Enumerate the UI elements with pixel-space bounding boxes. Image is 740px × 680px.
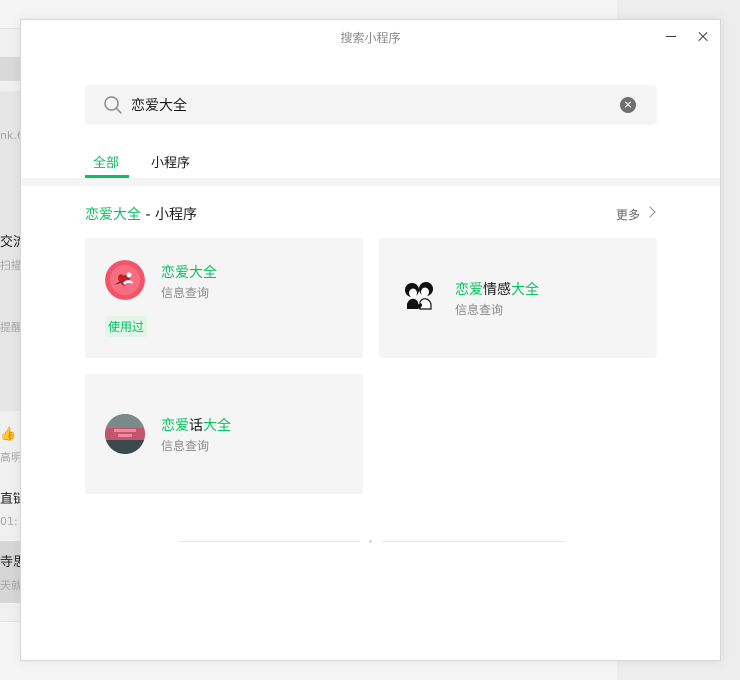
clear-search-icon[interactable] — [620, 97, 636, 113]
background-text: 扫描 — [0, 259, 22, 272]
search-input[interactable] — [131, 92, 611, 118]
search-mini-program-dialog: 搜索小程序 全部 小程序 恋爱大全 - 小程序 更多 — [20, 19, 721, 661]
close-button[interactable] — [692, 25, 716, 49]
result-card[interactable]: 恋爱话大全 信息查询 — [85, 374, 363, 494]
section-divider — [21, 178, 720, 186]
result-name-part: 恋爱 — [161, 418, 189, 434]
background-text: 天就 — [0, 579, 22, 592]
background-text: 高明 — [0, 451, 22, 464]
search-icon — [104, 96, 122, 114]
used-before-tag: 使用过 — [105, 316, 148, 337]
chevron-right-icon[interactable] — [643, 205, 657, 219]
search-box[interactable] — [85, 85, 657, 125]
dialog-title: 搜索小程序 — [340, 31, 401, 45]
end-of-results-divider — [180, 541, 360, 542]
tab-mini-programs[interactable]: 小程序 — [151, 152, 190, 171]
result-card[interactable]: 恋爱大全 信息查询 使用过 — [85, 238, 363, 358]
more-link[interactable]: 更多 — [616, 206, 640, 223]
result-card[interactable]: 恋爱情感大全 信息查询 — [379, 238, 657, 358]
section-title-suffix: - 小程序 — [141, 207, 197, 223]
end-of-results-dot — [369, 540, 372, 543]
result-category: 信息查询 — [455, 303, 504, 317]
love-heart-avatar-icon — [105, 260, 145, 300]
couple-illustration-avatar-icon — [399, 276, 439, 316]
result-name-part: 情感 — [483, 282, 511, 298]
section-title: 恋爱大全 - 小程序 — [85, 204, 197, 224]
result-name-part: 恋爱大全 — [161, 265, 217, 281]
result-name-part: 大全 — [511, 282, 539, 298]
title-bar[interactable]: 搜索小程序 — [21, 20, 720, 52]
result-name: 恋爱大全 — [161, 262, 217, 282]
result-name-part: 恋爱 — [455, 282, 483, 298]
result-name-part: 话 — [189, 418, 203, 434]
end-of-results-divider — [382, 541, 564, 542]
result-category: 信息查询 — [161, 286, 210, 300]
result-name-part: 大全 — [203, 418, 231, 434]
section-title-keyword: 恋爱大全 — [85, 207, 141, 223]
result-name: 恋爱情感大全 — [455, 279, 539, 299]
background-text: 01: — [0, 515, 18, 528]
result-category: 信息查询 — [161, 439, 210, 453]
love-talk-avatar-icon — [105, 414, 145, 454]
tab-all[interactable]: 全部 — [93, 152, 119, 171]
result-name: 恋爱话大全 — [161, 415, 231, 435]
background-text: 提醒 — [0, 321, 22, 334]
minimize-button[interactable] — [659, 25, 683, 49]
